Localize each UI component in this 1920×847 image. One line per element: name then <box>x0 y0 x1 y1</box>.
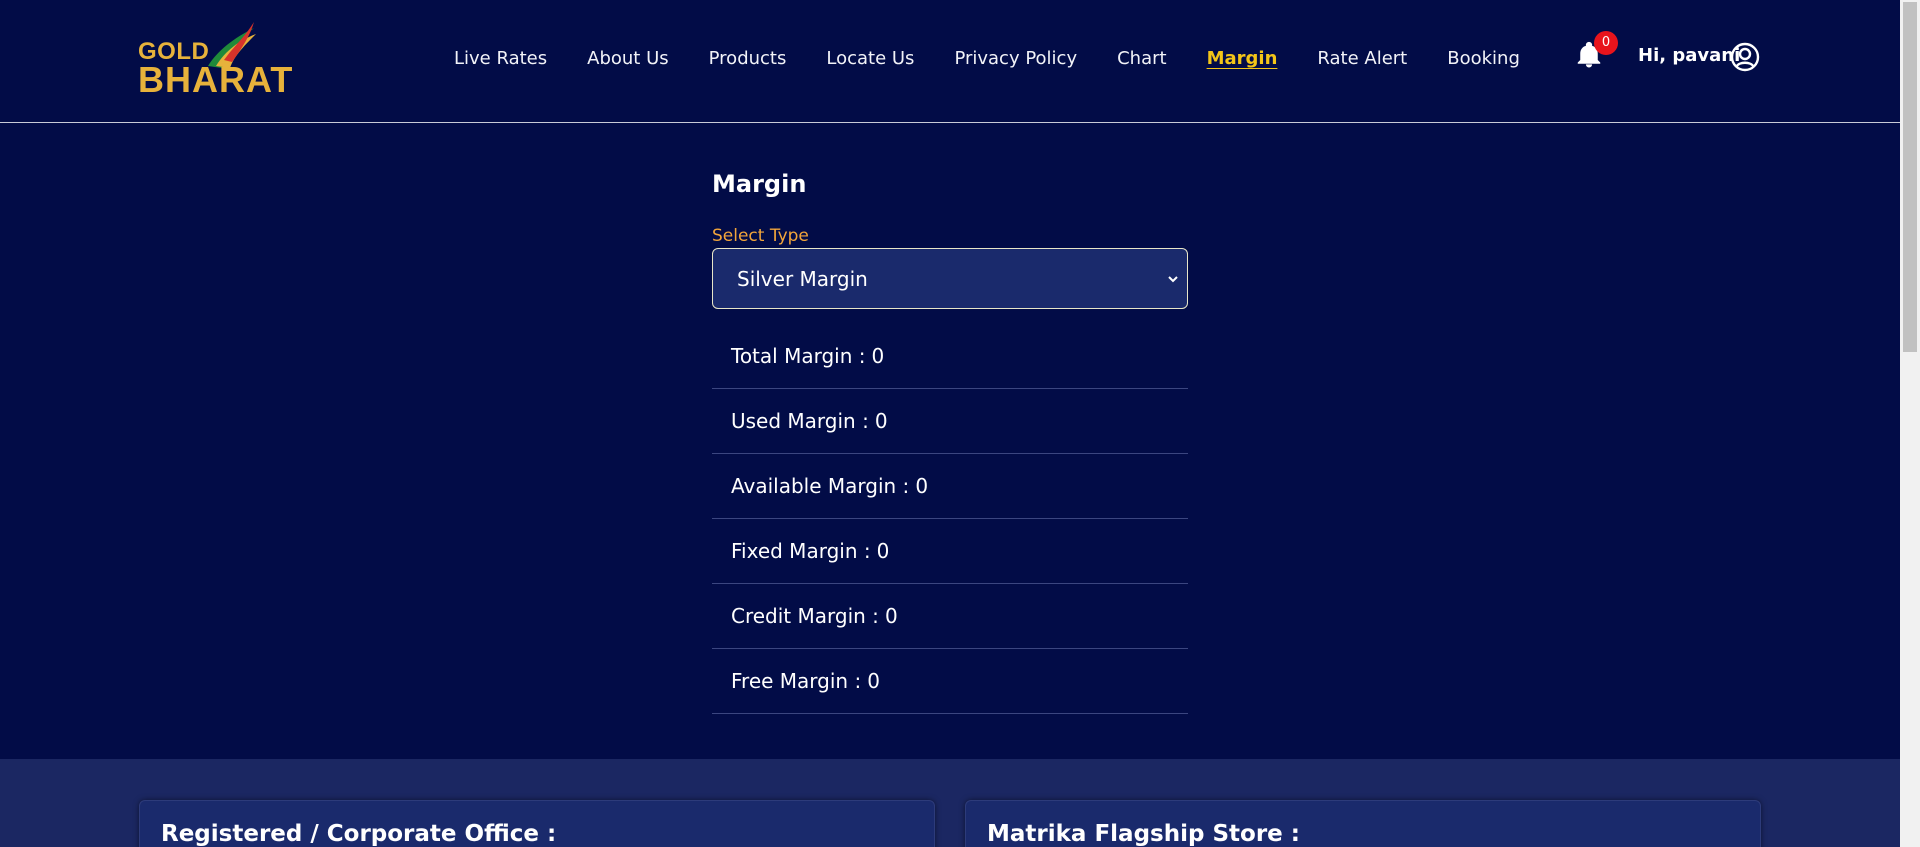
nav-item-products[interactable]: Products <box>709 47 787 71</box>
user-account-icon[interactable] <box>1730 42 1760 72</box>
card-title: Registered / Corporate Office : <box>161 821 557 847</box>
card-title: Matrika Flagship Store : <box>987 821 1300 847</box>
margin-row-total: Total Margin : 0 <box>712 324 1188 389</box>
margin-summary-list: Total Margin : 0 Used Margin : 0 Availab… <box>712 324 1188 714</box>
margin-row-fixed: Fixed Margin : 0 <box>712 519 1188 584</box>
registered-office-card: Registered / Corporate Office : <box>139 800 935 847</box>
margin-row-label: Credit Margin <box>731 604 866 628</box>
select-type-label: Select Type <box>712 226 809 246</box>
margin-row-label: Used Margin <box>731 409 856 433</box>
flagship-store-card: Matrika Flagship Store : <box>965 800 1761 847</box>
scrollbar-thumb[interactable] <box>1903 2 1917 352</box>
page-title: Margin <box>712 170 807 198</box>
margin-type-select[interactable]: Silver Margin <box>712 248 1188 309</box>
nav-item-rate-alert[interactable]: Rate Alert <box>1317 47 1407 71</box>
site-header: GOLD BHARAT Live Rates About Us Products… <box>0 0 1900 123</box>
margin-row-label: Total Margin <box>731 344 853 368</box>
margin-row-value: 0 <box>884 604 898 628</box>
nav-item-locate-us[interactable]: Locate Us <box>826 47 914 71</box>
margin-row-label: Fixed Margin <box>731 539 858 563</box>
margin-row-label: Free Margin <box>731 669 849 693</box>
notification-count-badge: 0 <box>1594 31 1618 55</box>
margin-row-value: 0 <box>867 669 880 693</box>
margin-row-value: 0 <box>876 539 890 563</box>
chevron-down-icon <box>1168 276 1178 283</box>
nav-item-booking[interactable]: Booking <box>1447 47 1520 71</box>
select-selected-value: Silver Margin <box>737 267 868 291</box>
margin-row-available: Available Margin : 0 <box>712 454 1188 519</box>
margin-row-credit: Credit Margin : 0 <box>712 584 1188 649</box>
nav-item-chart[interactable]: Chart <box>1117 47 1166 71</box>
nav-item-about-us[interactable]: About Us <box>587 47 669 71</box>
nav-item-live-rates[interactable]: Live Rates <box>454 47 547 71</box>
logo-text-bharat: BHARAT <box>138 59 294 100</box>
margin-row-value: 0 <box>874 409 888 433</box>
main-nav: Live Rates About Us Products Locate Us P… <box>454 47 1560 71</box>
page-scrollbar[interactable] <box>1900 0 1920 847</box>
nav-item-privacy-policy[interactable]: Privacy Policy <box>954 47 1077 71</box>
margin-row-used: Used Margin : 0 <box>712 389 1188 454</box>
gold-bharat-logo[interactable]: GOLD BHARAT <box>138 20 298 100</box>
margin-row-free: Free Margin : 0 <box>712 649 1188 714</box>
margin-row-value: 0 <box>871 344 885 368</box>
nav-item-margin[interactable]: Margin <box>1207 47 1278 71</box>
margin-row-label: Available Margin <box>731 474 897 498</box>
user-greeting: Hi, pavani <box>1638 45 1741 66</box>
margin-row-value: 0 <box>915 474 929 498</box>
